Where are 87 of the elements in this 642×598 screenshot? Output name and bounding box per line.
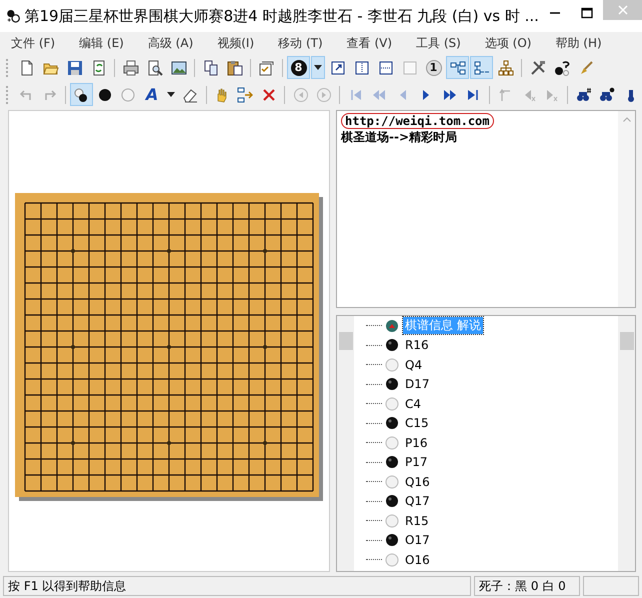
close-icon xyxy=(261,86,277,102)
scrollbar[interactable] xyxy=(618,316,635,571)
eraser-icon xyxy=(182,86,198,102)
copy-icon xyxy=(202,60,218,76)
clipboard-icon xyxy=(226,60,242,76)
toolbar-button[interactable] xyxy=(446,56,469,79)
menu-item[interactable]: 查看 (V) xyxy=(340,34,400,52)
menu-item[interactable]: 帮助 (H) xyxy=(548,34,609,52)
stone-icon xyxy=(120,86,136,102)
stone-question-icon xyxy=(554,60,570,76)
window-title: 第19届三星杯世界围棋大师赛8进4 时越胜李世石 - 李世石 九段 (白) vs 时 ... xyxy=(24,6,539,26)
stone-icon xyxy=(385,474,399,489)
menu-item[interactable]: 工具 (S) xyxy=(409,34,468,52)
circle-left-icon xyxy=(292,86,309,102)
toolbar-button[interactable]: 1 xyxy=(422,56,445,79)
document-check-icon xyxy=(258,60,274,76)
stone-icon xyxy=(385,396,399,411)
page-icon xyxy=(18,60,34,76)
stone-icon xyxy=(385,533,399,548)
stone-icon xyxy=(385,514,399,528)
binoculars-hash-icon xyxy=(576,86,592,102)
vertical-split-icon xyxy=(354,60,370,76)
caret-icon xyxy=(314,65,322,70)
resize-grip[interactable] xyxy=(583,576,639,596)
move-node[interactable]: Q4 xyxy=(403,358,424,372)
stone-icon xyxy=(385,494,399,508)
hammer-wrench-icon xyxy=(530,60,546,76)
stone-icon xyxy=(96,86,113,102)
move-node[interactable]: O17 xyxy=(403,533,432,548)
maximize-icon xyxy=(581,7,594,19)
move-node[interactable]: Q17 xyxy=(403,494,432,508)
circle-right-icon xyxy=(316,86,332,102)
stone-icon xyxy=(385,552,399,567)
toolbar-button[interactable]: A xyxy=(140,83,164,106)
magnifier-page-icon xyxy=(146,60,162,76)
tree-diagram-icon xyxy=(450,60,466,76)
toolbar-button[interactable] xyxy=(311,56,325,79)
minimize-icon xyxy=(550,12,560,14)
toolbar-button[interactable] xyxy=(470,56,493,79)
hierarchy-icon xyxy=(498,60,514,76)
menu-item[interactable]: 文件 (F) xyxy=(4,34,62,52)
url-link[interactable]: http://weiqi.tom.com xyxy=(341,113,494,129)
comment-text: 棋圣道场-->精彩时局 xyxy=(341,129,458,146)
two-stones-icon xyxy=(73,86,90,102)
move-node[interactable]: D17 xyxy=(403,377,432,392)
stone-icon xyxy=(385,338,399,352)
stone-icon xyxy=(385,455,399,470)
scrollbar[interactable] xyxy=(337,316,354,571)
tree-list-icon xyxy=(474,60,490,76)
stone-icon xyxy=(385,436,399,450)
menu-item[interactable]: 高级 (A) xyxy=(140,34,200,52)
move-node[interactable]: P16 xyxy=(403,436,430,450)
status-text: 按 F1 以得到帮助信息 xyxy=(3,576,471,596)
menu-item[interactable]: 移动 (T) xyxy=(271,34,330,52)
move-node[interactable]: C4 xyxy=(403,396,424,411)
text-tool-icon: A xyxy=(146,86,158,102)
insert-rows-icon xyxy=(237,86,254,102)
stone-icon xyxy=(385,377,399,392)
menu-item[interactable]: 编辑 (E) xyxy=(72,34,131,52)
printer-icon xyxy=(122,60,138,76)
page-arrows-icon xyxy=(90,60,106,76)
stone-icon xyxy=(385,358,399,372)
empty-square-icon xyxy=(402,60,418,76)
picture-icon xyxy=(170,60,186,76)
close-icon xyxy=(616,4,629,16)
go-board[interactable] xyxy=(15,193,323,501)
move-node[interactable]: R15 xyxy=(403,514,431,528)
move-node[interactable]: C15 xyxy=(403,416,431,430)
number-ball-icon: 8 xyxy=(290,60,306,76)
go-stones-icon xyxy=(6,7,20,25)
number-ball-icon: 1 xyxy=(426,60,442,76)
stone-icon xyxy=(385,416,399,430)
horizontal-split-icon xyxy=(378,60,394,76)
menu-item[interactable]: 视频(I) xyxy=(210,34,262,52)
info-stone-icon xyxy=(385,318,399,333)
toolbar-button[interactable]: 8 xyxy=(287,56,310,79)
menu-item[interactable]: 选项 (O) xyxy=(478,34,538,52)
binoculars-stone-icon xyxy=(599,86,616,102)
move-node[interactable]: R16 xyxy=(403,338,431,352)
move-node[interactable]: P17 xyxy=(403,455,430,470)
arrow-box-icon xyxy=(330,60,346,76)
caret-icon xyxy=(167,92,176,97)
move-node[interactable]: O16 xyxy=(403,552,432,567)
scrollbar[interactable] xyxy=(618,111,635,307)
move-node[interactable]: Q16 xyxy=(403,474,432,489)
toolbar-button[interactable] xyxy=(70,83,93,106)
captured-stones-count: 死子：黑 0 白 0 xyxy=(474,576,580,596)
